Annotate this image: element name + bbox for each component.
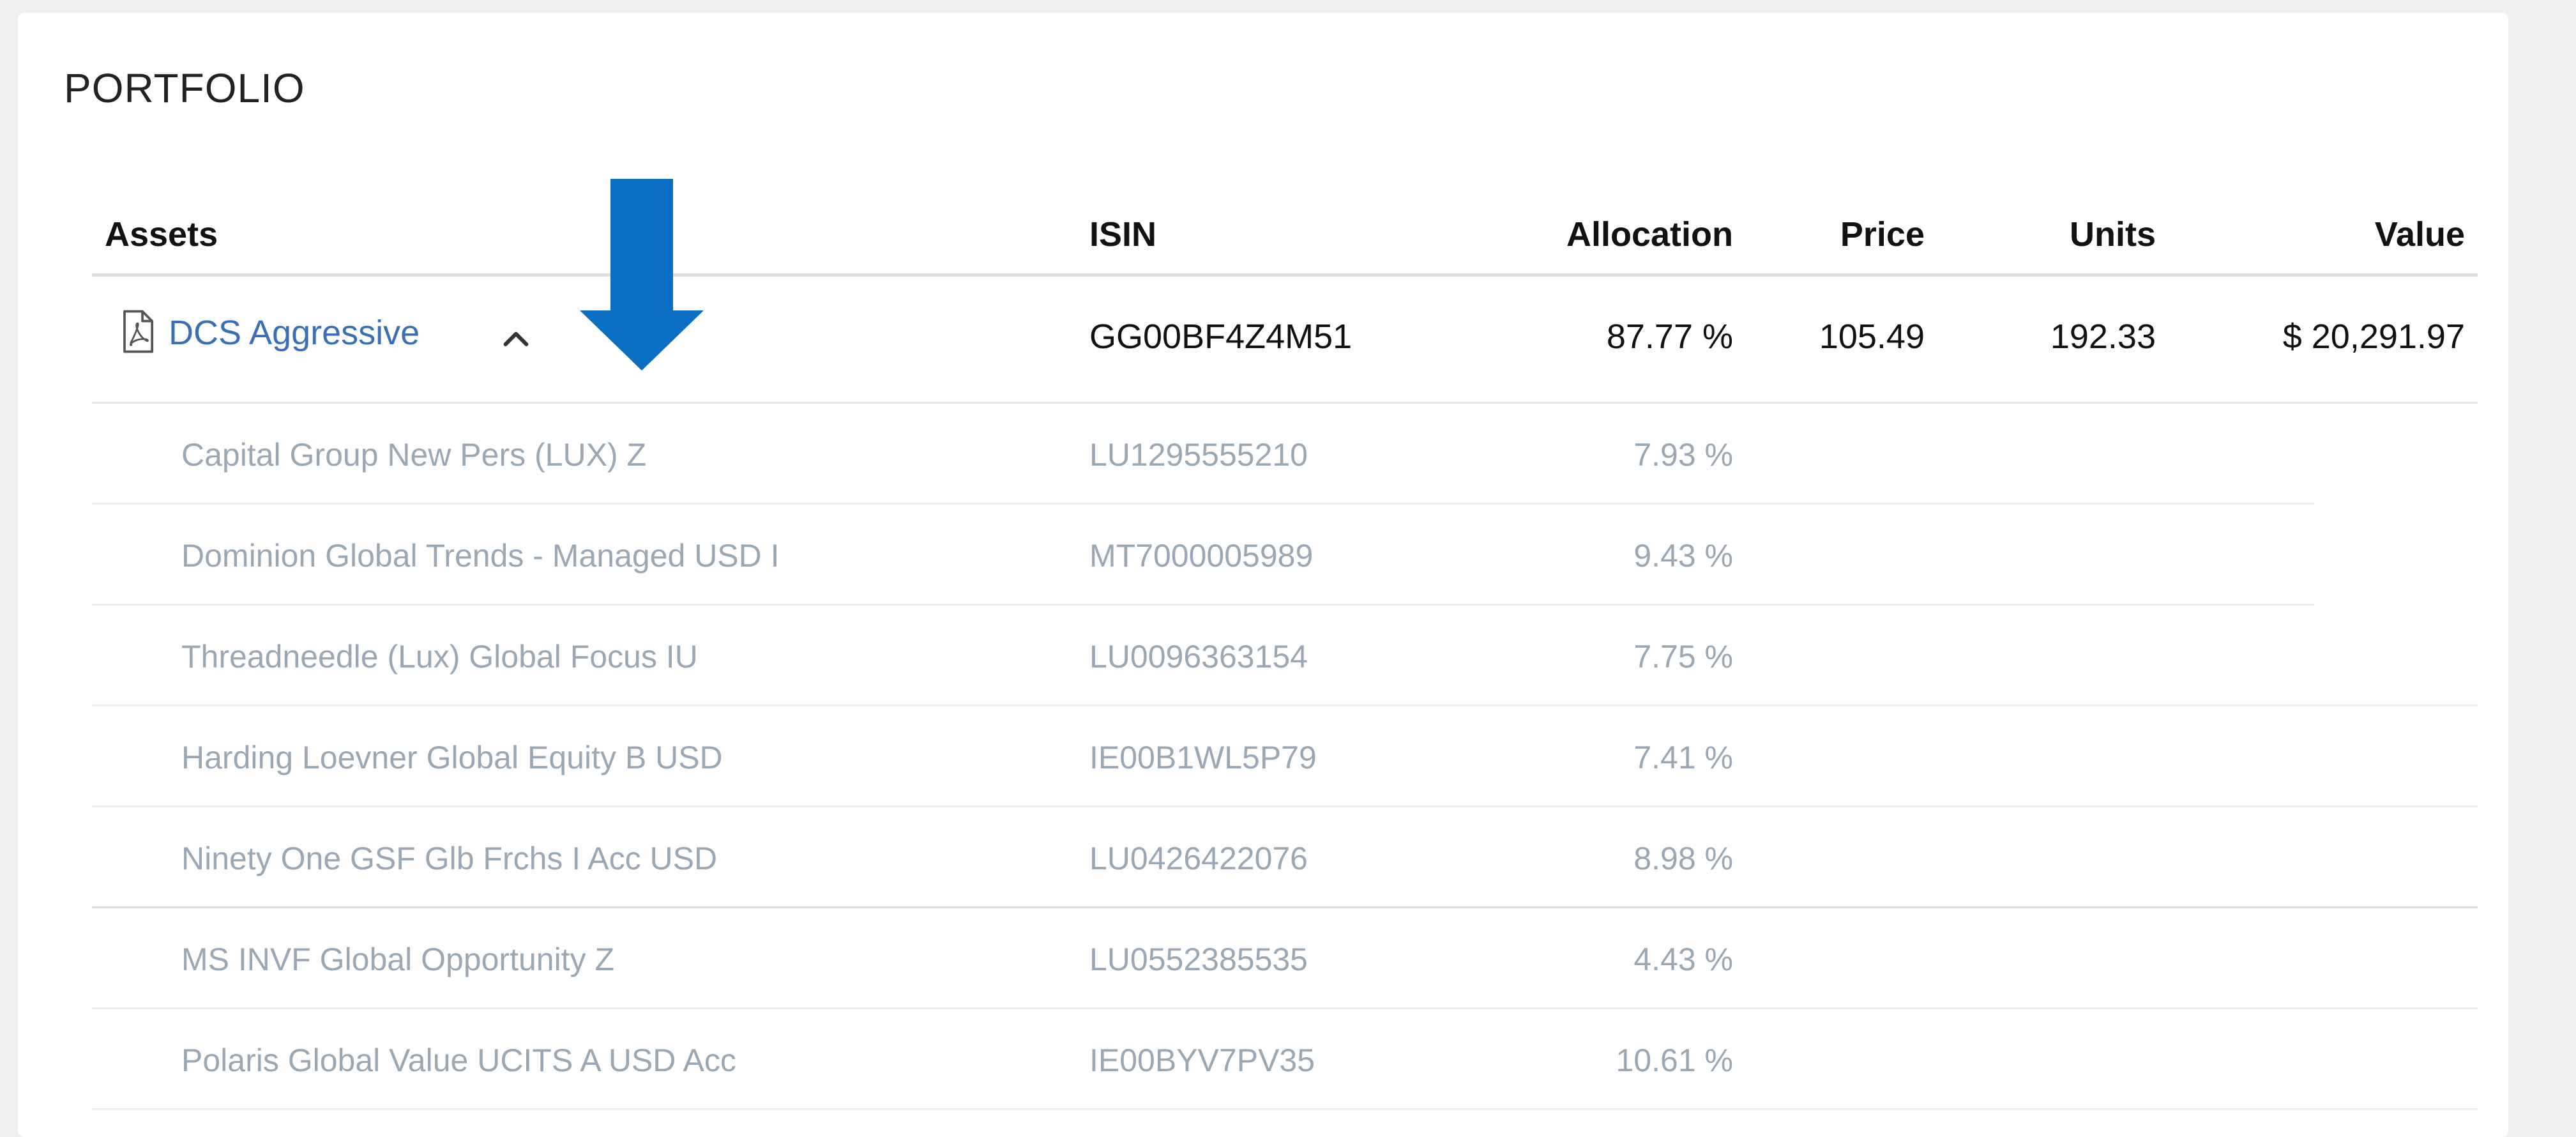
child-asset-name: Polaris Global Value UCITS A USD Acc <box>181 1042 736 1078</box>
down-arrow-icon <box>580 179 704 370</box>
header-assets: Assets <box>105 215 218 254</box>
child-asset-name: Dominion Global Trends - Managed USD I <box>181 538 780 574</box>
parent-asset-link[interactable]: DCS Aggressive <box>169 316 420 350</box>
row-divider <box>92 1108 2478 1110</box>
child-isin: LU0552385535 <box>1089 942 1308 977</box>
parent-allocation: 87.77 % <box>1606 317 1733 356</box>
child-asset-name: Threadneedle (Lux) Global Focus IU <box>181 639 698 675</box>
child-asset-name: Ninety One GSF Glb Frchs I Acc USD <box>181 841 718 876</box>
child-allocation: 9.43 % <box>1633 538 1733 574</box>
child-isin: LU0426422076 <box>1089 841 1308 876</box>
parent-value: $ 20,291.97 <box>2282 317 2465 356</box>
pdf-icon[interactable] <box>120 309 156 354</box>
parent-isin: GG00BF4Z4M51 <box>1089 317 1352 356</box>
child-isin: LU0096363154 <box>1089 639 1308 675</box>
table-row: Threadneedle (Lux) Global Focus IU LU009… <box>92 606 2478 706</box>
table-row: Ninety One GSF Glb Frchs I Acc USD LU042… <box>92 807 2478 908</box>
header-units: Units <box>2070 215 2156 254</box>
chevron-up-icon[interactable] <box>498 322 534 358</box>
child-allocation: 10.61 % <box>1616 1042 1733 1078</box>
child-allocation: 4.43 % <box>1633 942 1733 977</box>
child-asset-name: MS INVF Global Opportunity Z <box>181 942 615 977</box>
table-row: Polaris Global Value UCITS A USD Acc IE0… <box>92 1009 2478 1110</box>
child-allocation: 7.41 % <box>1633 740 1733 775</box>
header-value: Value <box>2374 215 2465 254</box>
table-row: Capital Group New Pers (LUX) Z LU1295555… <box>92 404 2478 505</box>
parent-units: 192.33 <box>2050 317 2156 356</box>
child-asset-name: Harding Loevner Global Equity B USD <box>181 740 723 775</box>
header-isin: ISIN <box>1089 215 1157 254</box>
table-row: Dominion Global Trends - Managed USD I M… <box>92 505 2478 606</box>
child-allocation: 8.98 % <box>1633 841 1733 876</box>
table-row: MS INVF Global Opportunity Z LU055238553… <box>92 908 2478 1009</box>
child-isin: LU1295555210 <box>1089 437 1308 473</box>
parent-price: 105.49 <box>1819 317 1925 356</box>
child-asset-name: Capital Group New Pers (LUX) Z <box>181 437 647 473</box>
child-isin: IE00B1WL5P79 <box>1089 740 1317 775</box>
child-isin: IE00BYV7PV35 <box>1089 1042 1315 1078</box>
portfolio-title: PORTFOLIO <box>64 65 305 111</box>
child-isin: MT7000005989 <box>1089 538 1314 574</box>
child-allocation: 7.93 % <box>1633 437 1733 473</box>
child-allocation: 7.75 % <box>1633 639 1733 675</box>
header-price: Price <box>1840 215 1925 254</box>
header-allocation: Allocation <box>1566 215 1733 254</box>
table-row: Harding Loevner Global Equity B USD IE00… <box>92 706 2478 807</box>
portfolio-card: PORTFOLIO Assets ISIN Allocation Price U… <box>18 13 2508 1137</box>
